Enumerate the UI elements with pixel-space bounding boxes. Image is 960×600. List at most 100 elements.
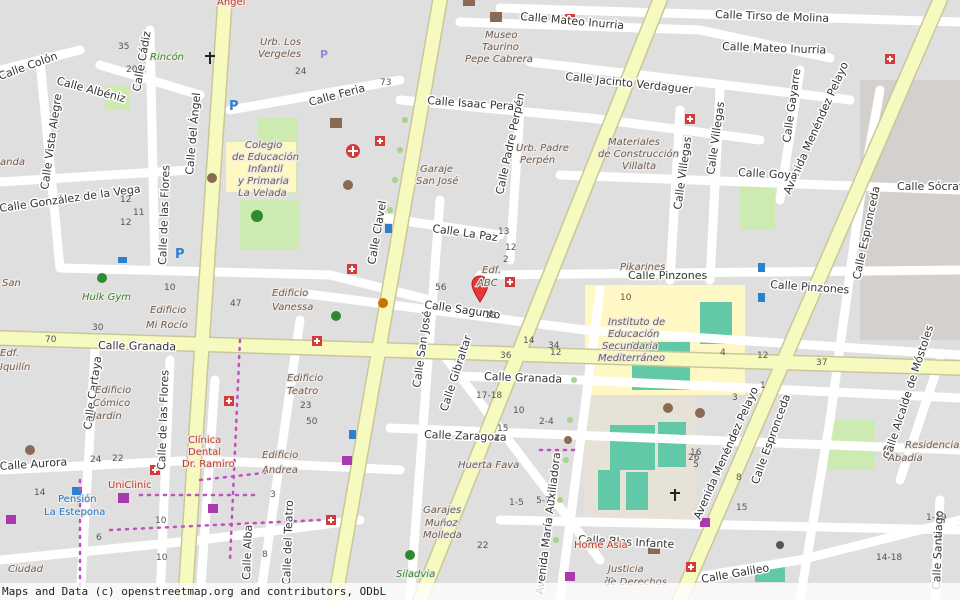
pharmacy-icon[interactable]	[685, 114, 695, 124]
house-number: 20	[126, 65, 138, 75]
fountain-icon[interactable]	[564, 436, 572, 444]
street-label: Calle Alba	[240, 525, 255, 581]
street-map[interactable]: P P P P	[0, 0, 960, 600]
sports-pitch	[626, 472, 648, 510]
place-label: La Estepona	[44, 507, 105, 518]
house-number: 36	[500, 351, 512, 361]
place-label: Siladvia	[396, 569, 435, 580]
parking-icon[interactable]: P	[320, 48, 328, 61]
place-label: Edificio	[150, 305, 186, 316]
house-number: 22	[477, 541, 488, 551]
library-icon[interactable]	[463, 0, 475, 6]
house-number: 3	[732, 393, 738, 403]
dentist-icon[interactable]	[118, 493, 129, 503]
svg-text:P: P	[229, 99, 239, 114]
pharmacy-icon[interactable]	[375, 136, 385, 146]
park-area	[740, 180, 775, 230]
pharmacy-icon[interactable]	[686, 562, 696, 572]
place-label: Perpén	[520, 154, 555, 166]
house-number: 15	[497, 424, 508, 434]
place-label: Justicia	[606, 564, 644, 575]
place-label: Secundaria	[602, 341, 658, 352]
place-label: Pikarines	[620, 262, 665, 273]
restaurant-icon[interactable]	[378, 298, 388, 308]
house-number: 4	[494, 434, 500, 444]
place-label: Abadía	[887, 452, 923, 464]
place-label: Huerta Fava	[458, 460, 519, 471]
house-number: 8	[736, 473, 742, 483]
pharmacy-icon[interactable]	[224, 396, 234, 406]
bus-stop-icon[interactable]	[385, 224, 392, 233]
bus-stop-icon[interactable]	[758, 263, 765, 272]
house-number: 2	[503, 255, 509, 265]
pharmacy-icon[interactable]	[326, 515, 336, 525]
museum-icon[interactable]	[490, 12, 502, 22]
svg-text:P: P	[320, 48, 328, 61]
house-number: 47	[230, 299, 241, 309]
shop-icon[interactable]	[6, 515, 16, 524]
place-label: Cómico	[93, 397, 130, 409]
house-number: 50	[306, 417, 318, 427]
place-label: Vergeles	[258, 49, 301, 60]
place-label: San	[2, 278, 21, 289]
house-number: 2-4	[539, 417, 554, 427]
place-label: Vanessa	[272, 302, 313, 313]
theatre-icon[interactable]	[663, 403, 673, 413]
sports-pitch	[658, 422, 686, 467]
social-facility-icon[interactable]	[695, 408, 705, 418]
place-label: Teatro	[287, 386, 318, 397]
place-label: Edificio	[272, 288, 308, 299]
house-number: 1	[937, 533, 943, 543]
pharmacy-icon[interactable]	[347, 264, 357, 274]
shop-icon[interactable]	[208, 504, 218, 513]
place-label: Museo	[485, 30, 517, 41]
house-number: 56	[435, 283, 447, 293]
bus-stop-icon[interactable]	[349, 430, 356, 439]
place-label: Urb. Los	[260, 37, 301, 48]
place-label: Dental	[188, 447, 221, 458]
place-label: anda	[0, 157, 25, 168]
place-label: Home Asia	[574, 540, 628, 551]
gym-icon[interactable]	[97, 273, 107, 283]
theatre-icon[interactable]	[343, 180, 353, 190]
gym-icon[interactable]	[405, 550, 415, 560]
house-number: 10	[156, 553, 168, 563]
bus-stop-icon[interactable]	[118, 257, 127, 263]
shop-icon[interactable]	[342, 456, 352, 465]
house-number: 1-5	[509, 498, 524, 508]
place-label: Edf.	[482, 265, 501, 276]
house-number: 22	[112, 454, 123, 464]
parking-icon[interactable]: P	[229, 99, 239, 114]
house-number: 10	[620, 293, 632, 303]
hospital-icon[interactable]	[346, 144, 360, 158]
house-number: 12	[757, 351, 768, 361]
place-label: Colegio	[245, 140, 282, 151]
parking-icon[interactable]: P	[175, 247, 185, 262]
house-number: 34	[548, 341, 560, 351]
house-number: 12	[505, 243, 516, 253]
house-number: 37	[816, 358, 827, 368]
place-label: de Construcción	[598, 148, 679, 160]
place-label: Edf.	[0, 348, 19, 359]
house-number: 1	[760, 381, 766, 391]
place-label: Residencial	[905, 440, 960, 451]
pharmacy-icon[interactable]	[505, 277, 515, 287]
street-label: Calle Granada	[484, 370, 562, 386]
place-label: Educación	[608, 328, 659, 340]
playground-icon[interactable]	[251, 210, 263, 222]
shop-icon[interactable]	[565, 572, 575, 581]
pharmacy-icon[interactable]	[312, 336, 322, 346]
map-attribution[interactable]: Maps and Data (c) openstreetmap.org and …	[0, 583, 960, 600]
sports-pitch	[598, 470, 620, 510]
place-label: de Educación	[232, 151, 299, 163]
social-facility-icon[interactable]	[207, 173, 217, 183]
roundabout-icon[interactable]	[776, 541, 784, 549]
place-label: Garajes	[423, 505, 461, 516]
social-facility-icon[interactable]	[25, 445, 35, 455]
house-number: 6	[96, 533, 102, 543]
bus-stop-icon[interactable]	[758, 293, 765, 302]
pharmacy-icon[interactable]	[885, 54, 895, 64]
gym-icon[interactable]	[331, 311, 341, 321]
place-label: Mi Rocío	[146, 319, 188, 331]
courthouse-icon[interactable]	[330, 118, 342, 128]
